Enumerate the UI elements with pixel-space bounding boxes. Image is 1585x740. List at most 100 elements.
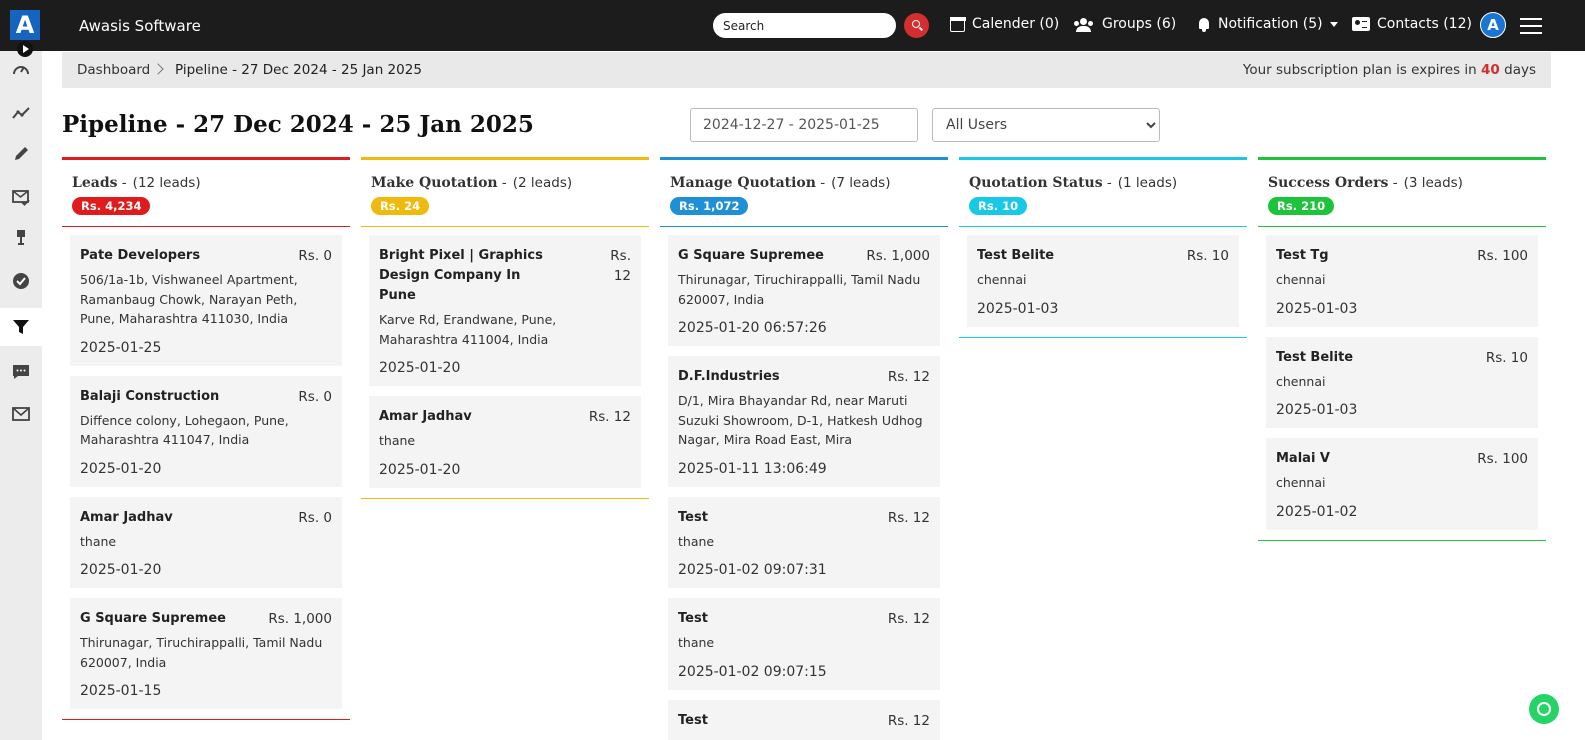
contacts-label: Contacts (12) — [1377, 16, 1472, 32]
lead-date: 2025-01-03 — [1276, 300, 1358, 317]
column-count: (7 leads) — [831, 175, 891, 191]
user-filter-select[interactable]: All Users — [932, 108, 1160, 142]
column-count: (12 leads) — [132, 175, 201, 191]
lead-address: thane — [678, 635, 715, 650]
lead-card[interactable]: G Square Supremee Rs. 1,000 Thirunagar, Ti… — [668, 235, 940, 346]
sidebar-item-mail-check[interactable] — [0, 178, 42, 216]
sidebar-item-dashboard[interactable] — [0, 51, 42, 89]
lead-card[interactable]: Pate Developers Rs. 0 506/1a-1b, Vishwanee… — [70, 235, 342, 366]
column-header: Success Orders - (3 leads) Rs. 210 — [1258, 157, 1546, 227]
speedometer-icon — [13, 66, 29, 75]
column-total-badge: Rs. 1,072 — [670, 197, 749, 215]
lead-card[interactable]: Malai V Rs. 100 chennai 2025-01-02 — [1266, 438, 1538, 530]
column-end-divider — [959, 336, 1247, 338]
groups-label: Groups (6) — [1102, 16, 1177, 32]
subscription-days: 40 — [1481, 62, 1500, 78]
mail-check-icon — [12, 190, 30, 206]
date-range-input[interactable] — [690, 108, 918, 142]
contacts-link[interactable]: Contacts (12) — [1352, 16, 1472, 32]
lead-address: thane — [379, 433, 416, 448]
lead-card[interactable]: G Square Supremee Rs. 1,000 Thirunagar, Ti… — [70, 598, 342, 709]
lead-address: D/1, Mira Bhayandar Rd, near Maruti Suzu… — [678, 393, 923, 447]
funnel-icon — [13, 320, 29, 334]
column-title: Quotation Status — [969, 175, 1103, 191]
pipeline-column: Quotation Status - (1 leads) Rs. 10 Test Be… — [959, 157, 1247, 338]
column-end-divider — [1258, 539, 1546, 541]
notification-label: Notification (5) — [1218, 16, 1323, 32]
column-title: Manage Quotation — [670, 175, 816, 191]
lead-card[interactable]: Balaji Construction Rs. 0 Diffence colony,… — [70, 375, 342, 487]
sidebar-item-chat[interactable] — [0, 353, 42, 391]
column-header: Manage Quotation - (7 leads) Rs. 1,072 — [660, 157, 948, 227]
lead-card[interactable]: Amar Jadhav Rs. 0 thane 2025-01-20 — [70, 496, 342, 588]
lead-card[interactable]: Test Belite Rs. 10 chennai 2025-01-03 — [967, 235, 1239, 327]
sidebar-item-analytics[interactable] — [0, 94, 42, 132]
calendar-link[interactable]: Calender (0) — [949, 16, 1059, 32]
lead-date: 2025-01-20 — [80, 562, 162, 578]
check-circle-icon — [13, 273, 29, 289]
sidebar-item-mail[interactable] — [0, 395, 42, 433]
column-header: Make Quotation - (2 leads) Rs. 24 — [361, 157, 649, 227]
card-list: Pate Developers Rs. 0 506/1a-1b, Vishwanee… — [62, 227, 350, 709]
app-logo[interactable]: A — [10, 10, 40, 40]
sidebar-item-edit[interactable] — [0, 135, 42, 173]
sidebar-item-award[interactable] — [0, 219, 42, 257]
column-dash: - — [1388, 175, 1398, 191]
lead-card[interactable]: D.F.Industries Rs. 12 D/1, Mira Bhayandar … — [668, 356, 940, 487]
lead-amount: Rs. 10 — [1485, 349, 1528, 366]
brand-name[interactable]: Awasis Software — [79, 17, 201, 35]
sidebar-item-pipeline[interactable] — [0, 308, 42, 346]
lead-card[interactable]: Amar Jadhav Rs. 12 thane 2025-01-20 — [369, 396, 641, 488]
column-dash: - — [815, 175, 826, 191]
lead-address: Thirunagar, Tiruchirappalli, Tamil Nadu … — [678, 272, 921, 307]
users-icon — [1073, 17, 1095, 32]
sidebar-item-tasks[interactable] — [0, 262, 42, 300]
search-input[interactable] — [713, 13, 896, 38]
award-icon — [17, 230, 25, 245]
column-dash: - — [497, 175, 507, 191]
whatsapp-icon[interactable] — [1529, 694, 1559, 724]
user-avatar[interactable]: A — [1480, 12, 1506, 38]
lead-card[interactable]: Bright Pixel | Graphics Design Company I… — [369, 235, 641, 386]
lead-amount: Rs. 12 — [887, 712, 930, 729]
chat-icon — [13, 365, 29, 379]
lead-address: chennai — [1276, 475, 1326, 490]
calendar-icon — [949, 16, 966, 32]
groups-link[interactable]: Groups (6) — [1073, 16, 1176, 32]
card-list: Bright Pixel | Graphics Design Company I… — [361, 227, 649, 488]
lead-amount: Rs. 0 — [298, 248, 332, 264]
column-count: (2 leads) — [512, 175, 573, 191]
column-title-row: Manage Quotation - (7 leads) — [670, 175, 938, 191]
lead-amount: Rs. 10 — [1186, 248, 1229, 264]
lead-amount: Rs. 1,000 — [268, 611, 332, 627]
lead-name: Balaji Construction — [80, 388, 220, 404]
column-title: Success Orders — [1268, 175, 1389, 191]
pipeline-column: Leads - (12 leads) Rs. 4,234 Pate Developer… — [62, 157, 350, 720]
notification-dropdown[interactable]: Notification (5) — [1196, 16, 1338, 32]
lead-card[interactable]: Test Belite Rs. 10 chennai 2025-01-03 — [1266, 336, 1538, 428]
lead-address: thane — [678, 533, 715, 549]
column-count: (1 leads) — [1117, 175, 1178, 191]
lead-card[interactable]: Test Rs. 12 thane 2025-01-02 09:07:31 — [668, 496, 940, 588]
column-total-badge: Rs. 24 — [371, 197, 430, 215]
column-total-badge: Rs. 4,234 — [72, 197, 151, 215]
search-button[interactable] — [904, 13, 929, 38]
lead-address: chennai — [977, 272, 1027, 287]
subscription-prefix: Your subscription plan is expires in — [1242, 62, 1477, 78]
menu-icon[interactable] — [1520, 17, 1542, 34]
bell-icon — [1196, 17, 1211, 32]
card-list: Test Tg Rs. 100 chennai 2025-01-03 Test Beli… — [1258, 227, 1546, 530]
lead-card[interactable]: Test Rs. 12 — [668, 699, 940, 740]
card-list: G Square Supremee Rs. 1,000 Thirunagar, Ti… — [660, 227, 948, 740]
lead-card[interactable]: Test Rs. 12 thane 2025-01-02 09:07:15 — [668, 598, 940, 690]
lead-card[interactable]: Test Tg Rs. 100 chennai 2025-01-03 — [1266, 235, 1538, 327]
page-title: Pipeline - 27 Dec 2024 - 25 Jan 2025 — [62, 111, 534, 138]
play-icon[interactable] — [17, 41, 33, 57]
lead-amount: Rs. 12 — [887, 611, 930, 627]
column-title-row: Leads - (12 leads) — [72, 175, 340, 191]
breadcrumb-dashboard-link[interactable]: Dashboard — [77, 62, 150, 78]
card-list: Test Belite Rs. 10 chennai 2025-01-03 — [959, 227, 1247, 327]
subscription-notice: Your subscription plan is expires in 40 … — [1243, 62, 1536, 78]
breadcrumb: Dashboard Pipeline - 27 Dec 2024 - 25 Ja… — [62, 52, 1551, 88]
lead-amount: Rs. 0 — [298, 509, 332, 526]
